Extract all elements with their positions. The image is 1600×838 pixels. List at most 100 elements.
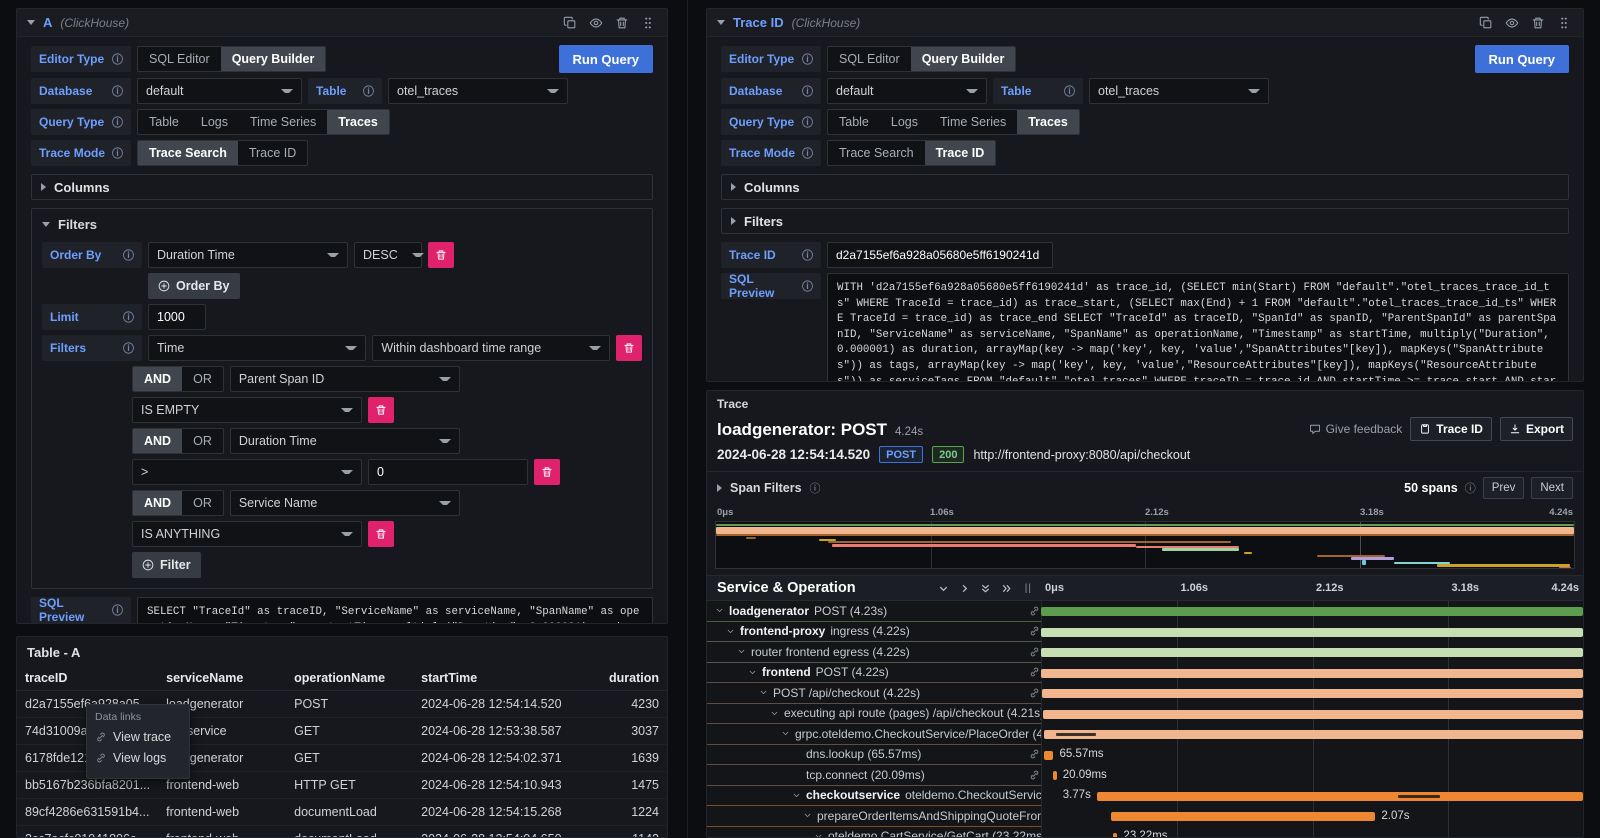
chevron-down-icon[interactable] — [814, 832, 823, 838]
query-ref-id[interactable]: A — [43, 15, 52, 30]
columns-collapse[interactable]: Columns — [31, 174, 653, 200]
span-link-icon[interactable] — [1028, 748, 1041, 760]
condition-value-input[interactable] — [368, 459, 528, 485]
filter-value-select[interactable]: Within dashboard time range — [372, 335, 610, 361]
or-option[interactable]: OR — [182, 491, 223, 515]
chevron-down-icon[interactable] — [737, 647, 746, 656]
query-builder-option[interactable]: Query Builder — [911, 47, 1016, 71]
query-type-logs[interactable]: Logs — [190, 110, 239, 134]
filter-field-select[interactable]: Time — [148, 335, 366, 361]
collapse-chevron-icon[interactable] — [717, 20, 725, 25]
condition-field-select[interactable]: Duration Time — [230, 428, 460, 454]
duplicate-query-icon[interactable] — [561, 14, 579, 32]
span-bar[interactable] — [1113, 833, 1117, 838]
condition-field-select[interactable]: Parent Span ID — [230, 366, 460, 392]
info-icon[interactable]: ⓘ — [1064, 83, 1075, 99]
chevron-down-icon[interactable] — [792, 791, 801, 800]
info-icon[interactable]: ⓘ — [802, 278, 813, 294]
info-icon[interactable]: ⓘ — [112, 114, 123, 130]
trace-id-option[interactable]: Trace ID — [925, 141, 996, 165]
trace-id-copy-button[interactable]: Trace ID — [1410, 417, 1492, 441]
condition-field-select[interactable]: Service Name — [230, 490, 460, 516]
remove-order-by-button[interactable] — [428, 242, 454, 268]
expand-all-icon[interactable] — [1001, 583, 1012, 594]
database-select[interactable]: default — [827, 78, 987, 104]
condition-operator-select[interactable]: > — [132, 459, 362, 485]
trace-search-option[interactable]: Trace Search — [828, 141, 925, 165]
info-icon[interactable]: ⓘ — [802, 247, 813, 263]
chevron-down-icon[interactable] — [759, 688, 768, 697]
expand-one-icon[interactable] — [959, 583, 970, 594]
trace-minimap[interactable] — [715, 521, 1575, 569]
span-bar[interactable] — [1041, 669, 1583, 678]
span-filters-label[interactable]: Span Filters — [730, 481, 802, 495]
export-button[interactable]: Export — [1500, 417, 1573, 441]
add-order-by-button[interactable]: Order By — [148, 273, 240, 299]
chevron-down-icon[interactable] — [748, 668, 757, 677]
column-resize-handle[interactable]: || — [1025, 583, 1032, 594]
span-row[interactable]: checkoutserviceoteldemo.CheckoutService/… — [707, 786, 1583, 807]
info-icon[interactable]: ⓘ — [810, 480, 821, 496]
chevron-down-icon[interactable] — [770, 709, 779, 718]
col-traceid[interactable]: traceID — [17, 666, 158, 691]
info-icon[interactable]: ⓘ — [363, 83, 374, 99]
limit-input[interactable] — [148, 304, 206, 330]
condition-operator-select[interactable]: IS EMPTY — [132, 397, 362, 423]
chevron-down-icon[interactable] — [781, 729, 790, 738]
order-by-field-select[interactable]: Duration Time — [148, 242, 348, 268]
run-query-button[interactable]: Run Query — [559, 45, 653, 73]
run-query-button[interactable]: Run Query — [1475, 45, 1569, 73]
span-row[interactable]: loadgeneratorPOST (4.23s) — [707, 601, 1583, 622]
and-option[interactable]: AND — [133, 429, 182, 453]
span-row[interactable]: POST /api/checkout (4.22s) — [707, 683, 1583, 704]
query-type-table[interactable]: Table — [828, 110, 880, 134]
condition-operator-select[interactable]: IS ANYTHING — [132, 521, 362, 547]
col-duration[interactable]: duration — [581, 666, 667, 691]
span-link-icon[interactable] — [1028, 769, 1041, 781]
col-operationname[interactable]: operationName — [286, 666, 413, 691]
sql-editor-option[interactable]: SQL Editor — [138, 47, 221, 71]
span-row[interactable]: oteldemo.CartService/GetCart (23.22ms) 2… — [707, 827, 1583, 838]
query-type-timeseries[interactable]: Time Series — [929, 110, 1017, 134]
info-icon[interactable]: ⓘ — [112, 602, 123, 618]
query-type-traces[interactable]: Traces — [327, 110, 389, 134]
span-link-icon[interactable] — [1028, 625, 1041, 637]
info-icon[interactable]: ⓘ — [802, 51, 813, 67]
database-select[interactable]: default — [137, 78, 302, 104]
span-link-icon[interactable] — [1028, 605, 1041, 617]
next-button[interactable]: Next — [1531, 477, 1573, 499]
info-icon[interactable]: ⓘ — [123, 340, 134, 356]
remove-condition-button[interactable] — [534, 459, 560, 485]
info-icon[interactable]: ⓘ — [123, 309, 134, 325]
and-option[interactable]: AND — [133, 367, 182, 391]
info-icon[interactable]: ⓘ — [802, 114, 813, 130]
span-link-icon[interactable] — [1028, 646, 1041, 658]
span-row[interactable]: frontendPOST (4.22s) — [707, 663, 1583, 684]
span-bar[interactable] — [1053, 771, 1056, 780]
prev-button[interactable]: Prev — [1483, 477, 1525, 499]
remove-condition-button[interactable] — [368, 397, 394, 423]
query-type-traces[interactable]: Traces — [1017, 110, 1079, 134]
info-icon[interactable]: ⓘ — [1465, 480, 1476, 496]
or-option[interactable]: OR — [182, 429, 223, 453]
drag-handle-icon[interactable] — [1555, 14, 1573, 32]
span-bar[interactable] — [1097, 792, 1583, 801]
trace-id-link[interactable]: 2cc7acfc01941806c... — [17, 826, 158, 838]
chevron-right-icon[interactable] — [717, 484, 722, 492]
or-option[interactable]: OR — [182, 367, 223, 391]
query-type-table[interactable]: Table — [138, 110, 190, 134]
span-link-icon[interactable] — [1028, 687, 1041, 699]
trace-id-input[interactable] — [827, 242, 1053, 268]
trace-id-link[interactable]: 89cf4286e631591b4... — [17, 799, 158, 826]
chevron-down-icon[interactable] — [803, 811, 812, 820]
span-bar[interactable] — [1044, 730, 1583, 739]
query-type-logs[interactable]: Logs — [880, 110, 929, 134]
add-filter-button[interactable]: Filter — [132, 552, 201, 578]
table-select[interactable]: otel_traces — [1089, 78, 1269, 104]
trace-search-option[interactable]: Trace Search — [138, 141, 238, 165]
table-row[interactable]: 2cc7acfc01941806c... frontend-web docume… — [17, 826, 667, 838]
hide-query-icon[interactable] — [587, 14, 605, 32]
span-bar[interactable] — [1041, 628, 1583, 637]
trace-id-option[interactable]: Trace ID — [238, 141, 307, 165]
hide-query-icon[interactable] — [1503, 14, 1521, 32]
